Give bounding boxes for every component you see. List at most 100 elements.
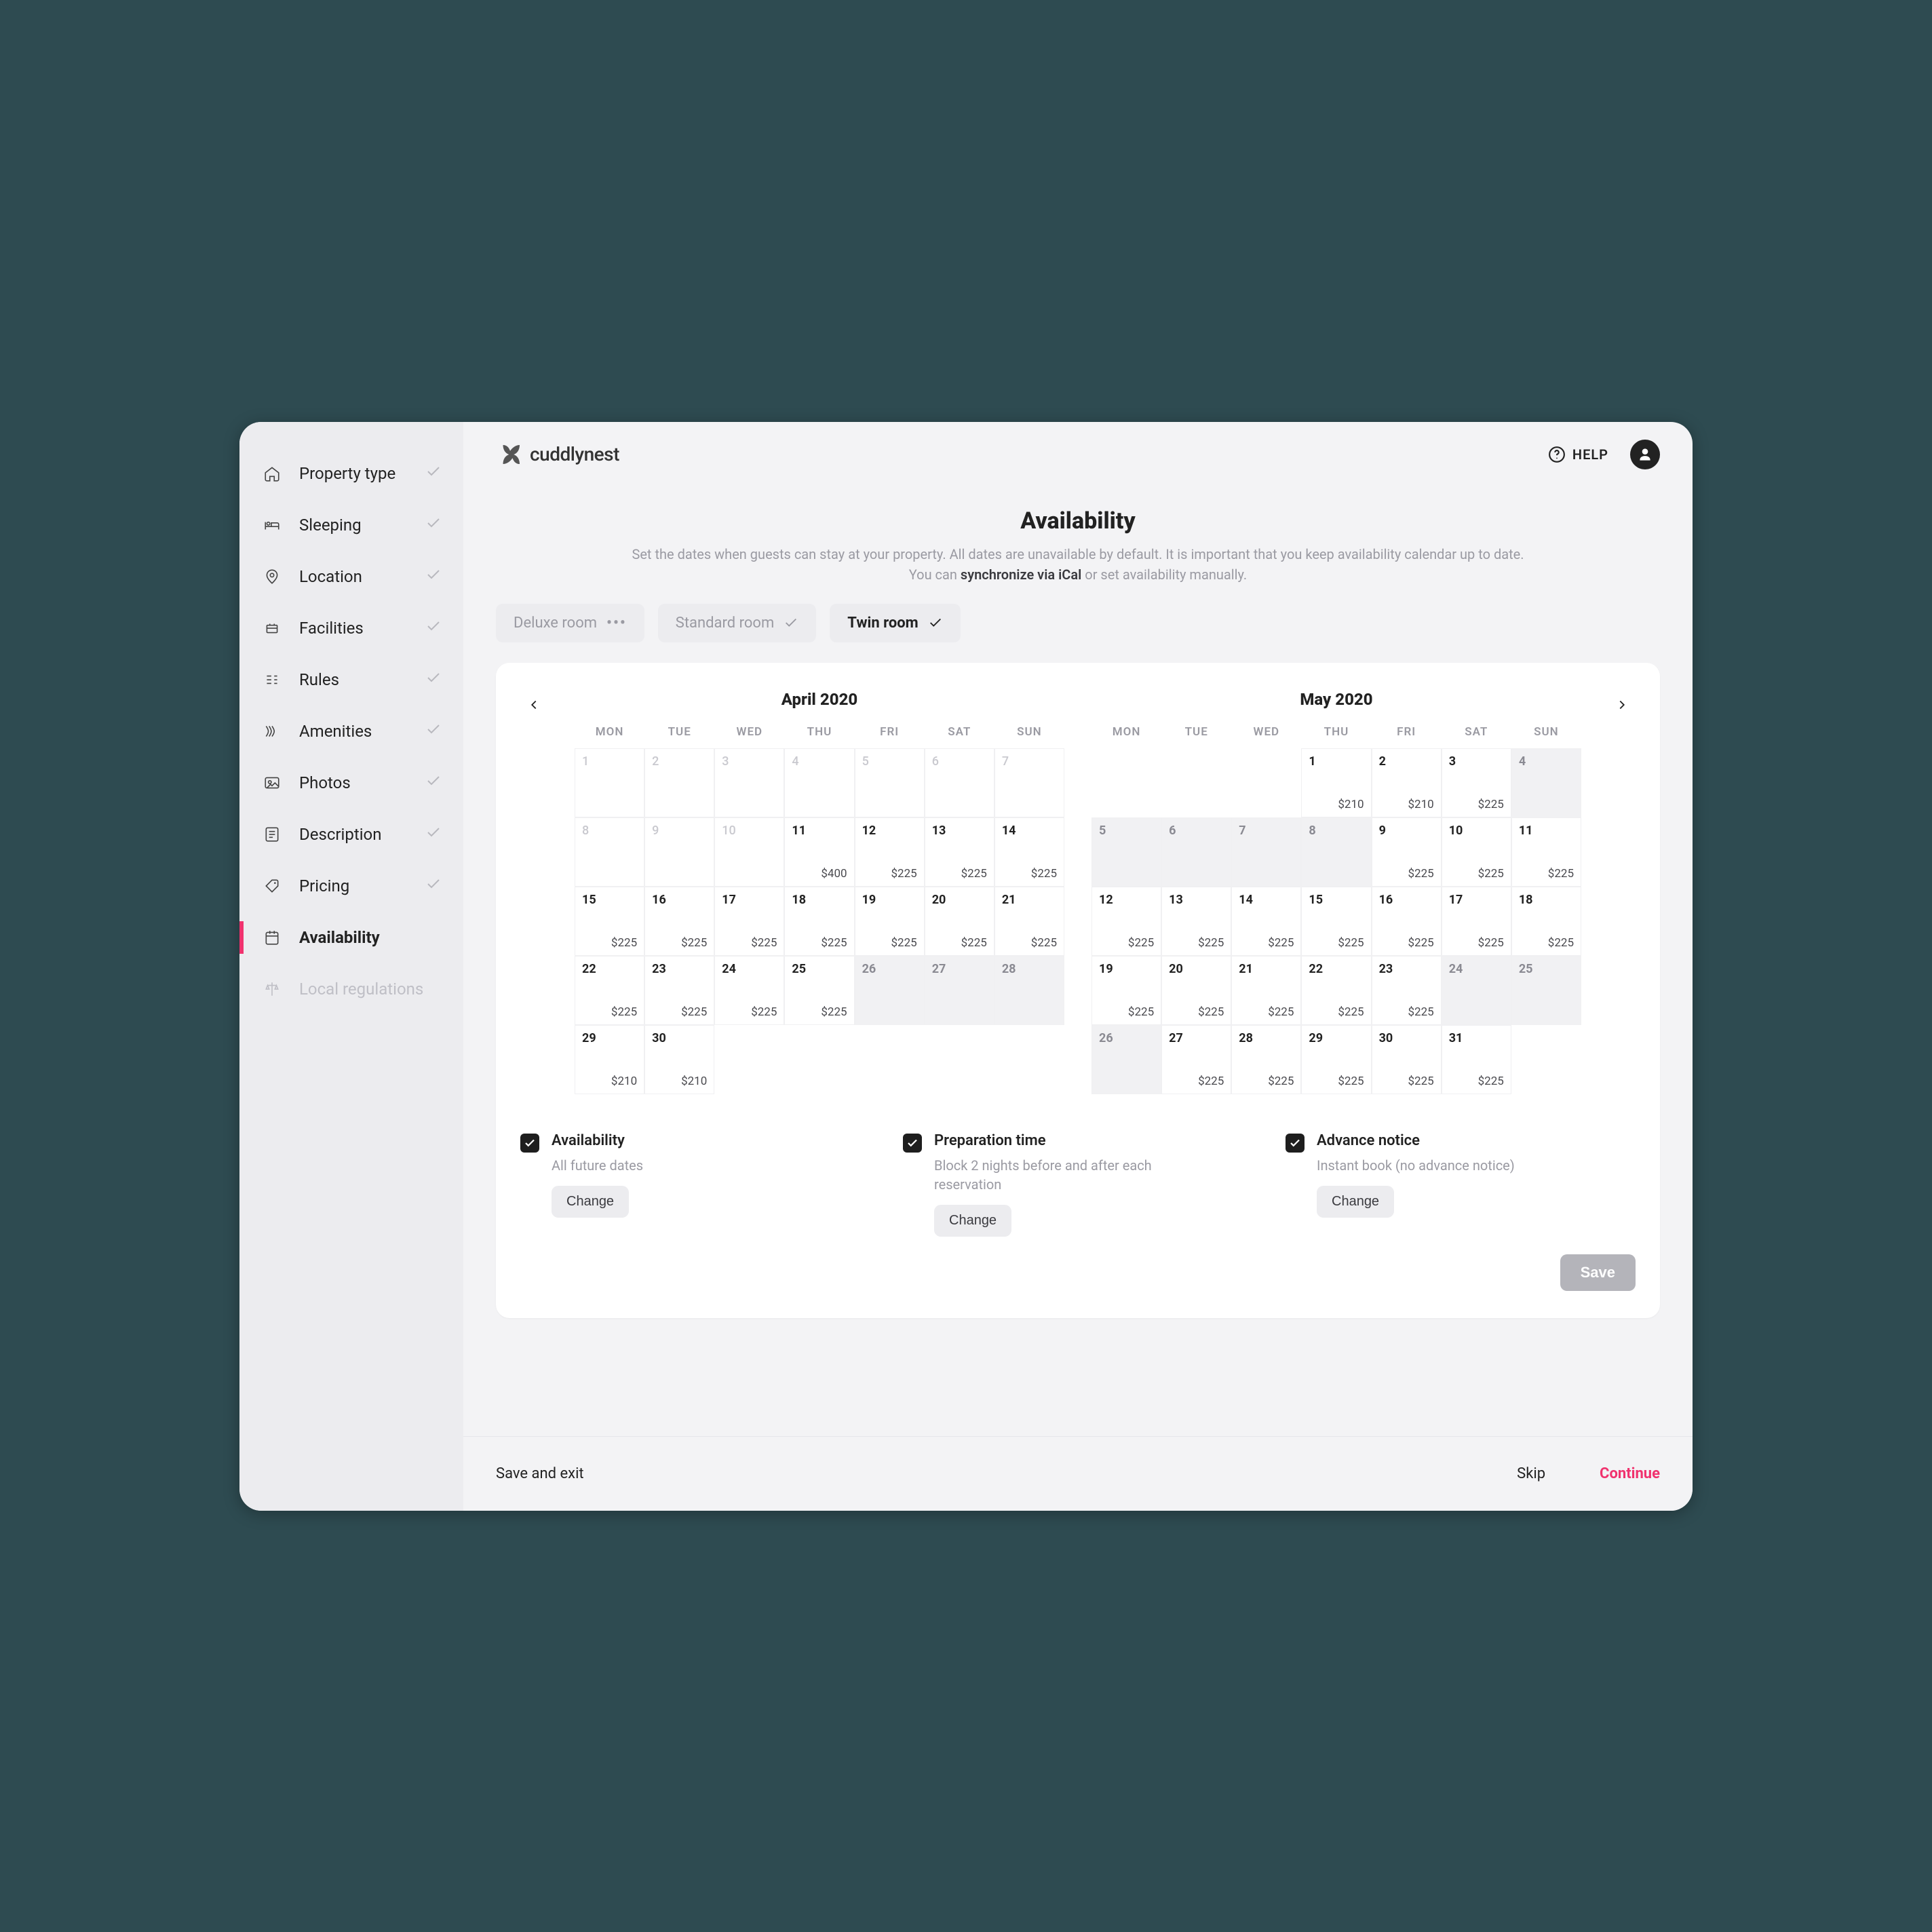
calendar-day[interactable]: 13$225 (925, 817, 994, 887)
calendar-day[interactable]: 26 (1091, 1025, 1161, 1094)
continue-button[interactable]: Continue (1600, 1465, 1660, 1482)
change-availability-button[interactable]: Change (552, 1186, 629, 1218)
sidebar-item-availability[interactable]: Availability (239, 912, 463, 963)
calendar-day[interactable]: 4 (1511, 748, 1581, 817)
calendar-day[interactable]: 4 (784, 748, 854, 817)
next-month-button[interactable] (1608, 691, 1636, 718)
calendar-day[interactable]: 18$225 (784, 887, 854, 956)
calendar-day[interactable]: 3 (714, 748, 784, 817)
dow-label: THU (1301, 725, 1371, 739)
calendar-day[interactable]: 10 (714, 817, 784, 887)
calendar-day[interactable]: 6 (1161, 817, 1231, 887)
calendar-day[interactable]: 8 (1301, 817, 1371, 887)
brand-logo[interactable]: cuddlynest (496, 440, 1548, 469)
sidebar-item-property-type[interactable]: Property type (239, 448, 463, 499)
day-price: $225 (1268, 936, 1294, 950)
calendar-day[interactable]: 30$225 (1372, 1025, 1442, 1094)
opt-availability-title: Availability (552, 1132, 625, 1149)
calendar-day[interactable]: 6 (925, 748, 994, 817)
sync-ical-link[interactable]: synchronize via iCal (961, 566, 1081, 583)
calendar-day[interactable]: 9$225 (1372, 817, 1442, 887)
sidebar-item-location[interactable]: Location (239, 551, 463, 602)
account-button[interactable] (1630, 440, 1660, 469)
sidebar-item-pricing[interactable]: Pricing (239, 860, 463, 912)
calendar-day[interactable]: 19$225 (855, 887, 925, 956)
calendar-day[interactable]: 13$225 (1161, 887, 1231, 956)
checkbox-advance[interactable] (1286, 1134, 1305, 1153)
calendar-day[interactable]: 10$225 (1442, 817, 1511, 887)
change-advance-button[interactable]: Change (1317, 1186, 1394, 1218)
sidebar-item-facilities[interactable]: Facilities (239, 602, 463, 654)
sidebar-item-photos[interactable]: Photos (239, 757, 463, 809)
day-number: 17 (722, 893, 736, 907)
calendar-day[interactable]: 17$225 (714, 887, 784, 956)
prev-month-button[interactable] (520, 691, 547, 718)
day-number: 18 (1519, 893, 1533, 907)
calendar-day[interactable]: 19$225 (1091, 956, 1161, 1025)
calendar-day[interactable]: 21$225 (994, 887, 1064, 956)
calendar-day[interactable]: 2$210 (1372, 748, 1442, 817)
calendar-day[interactable]: 20$225 (925, 887, 994, 956)
sidebar-item-label: Sleeping (299, 516, 425, 535)
calendar-day[interactable]: 29$210 (575, 1025, 644, 1094)
calendar-day[interactable]: 7 (994, 748, 1064, 817)
help-button[interactable]: HELP (1548, 446, 1608, 463)
calendar-day[interactable]: 27 (925, 956, 994, 1025)
change-preparation-button[interactable]: Change (934, 1205, 1011, 1237)
calendar-day[interactable]: 9 (644, 817, 714, 887)
checkbox-availability[interactable] (520, 1134, 539, 1153)
room-tab-standard[interactable]: Standard room (658, 604, 817, 642)
calendar-day[interactable]: 28$225 (1231, 1025, 1301, 1094)
calendar-day[interactable]: 12$225 (855, 817, 925, 887)
calendar-day[interactable]: 18$225 (1511, 887, 1581, 956)
calendar-day[interactable]: 29$225 (1301, 1025, 1371, 1094)
calendar-day[interactable]: 12$225 (1091, 887, 1161, 956)
calendar-day[interactable]: 1$210 (1301, 748, 1371, 817)
calendar-day[interactable]: 25$225 (784, 956, 854, 1025)
calendar-day[interactable]: 28 (994, 956, 1064, 1025)
calendar-day[interactable]: 16$225 (644, 887, 714, 956)
sidebar-item-sleeping[interactable]: Sleeping (239, 499, 463, 551)
calendar-day[interactable]: 16$225 (1372, 887, 1442, 956)
calendar-day[interactable]: 25 (1511, 956, 1581, 1025)
calendar-day[interactable]: 24 (1442, 956, 1511, 1025)
checkbox-preparation[interactable] (903, 1134, 922, 1153)
save-and-exit-button[interactable]: Save and exit (496, 1465, 1517, 1482)
calendar-day[interactable]: 30$210 (644, 1025, 714, 1094)
check-icon (425, 824, 442, 845)
calendar-day[interactable]: 15$225 (575, 887, 644, 956)
calendar-day[interactable]: 14$225 (1231, 887, 1301, 956)
calendar-day[interactable]: 26 (855, 956, 925, 1025)
calendar-day[interactable]: 31$225 (1442, 1025, 1511, 1094)
calendar-day[interactable]: 11$400 (784, 817, 854, 887)
calendar-day[interactable]: 11$225 (1511, 817, 1581, 887)
calendar-day[interactable]: 21$225 (1231, 956, 1301, 1025)
calendar-day[interactable]: 5 (855, 748, 925, 817)
sidebar-item-description[interactable]: Description (239, 809, 463, 860)
calendar-empty (1161, 748, 1231, 817)
calendar-day[interactable]: 15$225 (1301, 887, 1371, 956)
calendar-day[interactable]: 22$225 (575, 956, 644, 1025)
calendar-day[interactable]: 3$225 (1442, 748, 1511, 817)
calendar-day[interactable]: 23$225 (1372, 956, 1442, 1025)
day-number: 1 (1309, 754, 1315, 769)
calendar-day[interactable]: 22$225 (1301, 956, 1371, 1025)
calendar-day[interactable]: 7 (1231, 817, 1301, 887)
calendar-day[interactable]: 5 (1091, 817, 1161, 887)
calendar-day[interactable]: 8 (575, 817, 644, 887)
sidebar-item-rules[interactable]: Rules (239, 654, 463, 706)
sidebar-item-label: Availability (299, 928, 442, 947)
calendar-day[interactable]: 23$225 (644, 956, 714, 1025)
room-tab-twin[interactable]: Twin room (830, 604, 961, 642)
calendar-day[interactable]: 1 (575, 748, 644, 817)
calendar-day[interactable]: 2 (644, 748, 714, 817)
calendar-day[interactable]: 20$225 (1161, 956, 1231, 1025)
sidebar-item-amenities[interactable]: Amenities (239, 706, 463, 757)
room-tab-deluxe[interactable]: Deluxe room••• (496, 604, 644, 642)
calendar-day[interactable]: 17$225 (1442, 887, 1511, 956)
calendar-day[interactable]: 27$225 (1161, 1025, 1231, 1094)
calendar-day[interactable]: 24$225 (714, 956, 784, 1025)
calendar-day[interactable]: 14$225 (994, 817, 1064, 887)
save-button[interactable]: Save (1560, 1254, 1636, 1291)
skip-button[interactable]: Skip (1517, 1465, 1545, 1482)
